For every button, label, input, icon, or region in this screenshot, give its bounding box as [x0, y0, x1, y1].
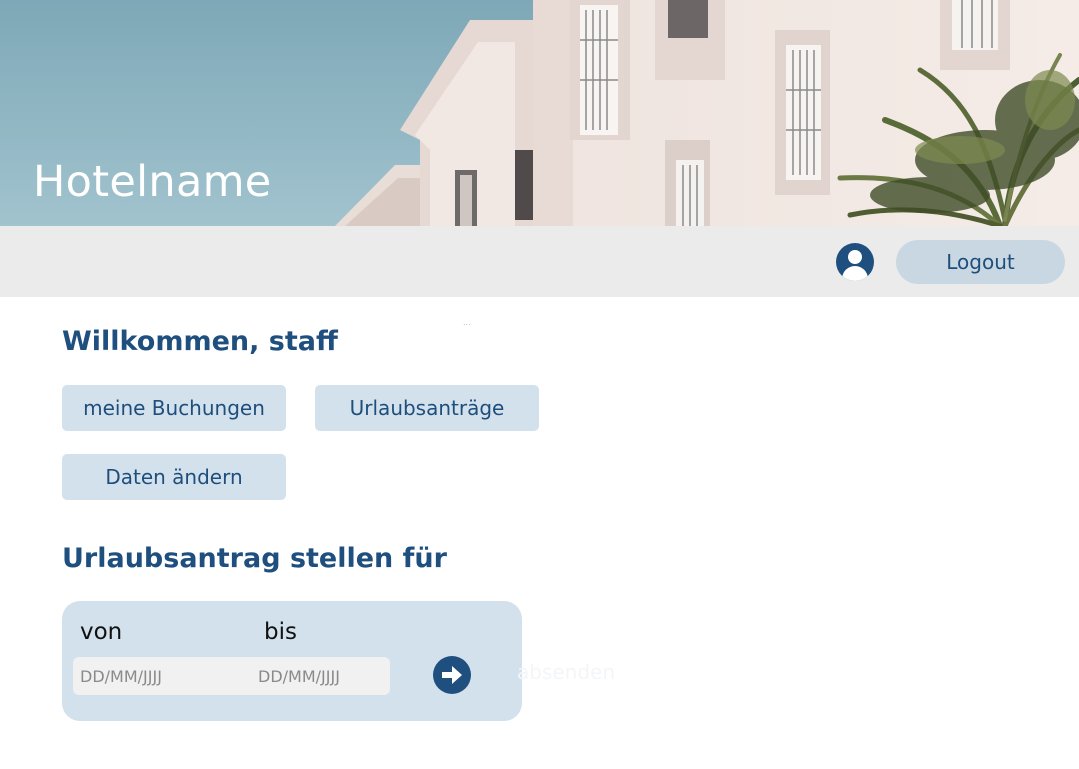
arrow-right-circle-icon	[442, 666, 462, 684]
hero-banner: Hotelname	[0, 0, 1079, 226]
from-date-input[interactable]	[80, 657, 250, 695]
faint-submit-text: absenden	[517, 660, 616, 684]
leave-request-heading: Urlaubsantrag stellen für	[62, 543, 447, 574]
decoration-text: ...	[463, 318, 471, 327]
submit-request-button[interactable]	[433, 656, 471, 694]
avatar-body-shape	[842, 266, 868, 281]
change-data-button[interactable]: Daten ändern	[62, 454, 286, 500]
user-circle-icon[interactable]	[836, 243, 874, 281]
logout-button[interactable]: Logout	[896, 240, 1065, 284]
from-label: von	[80, 619, 123, 645]
my-bookings-button[interactable]: meine Buchungen	[62, 385, 286, 431]
to-label: bis	[264, 619, 297, 645]
leave-requests-button[interactable]: Urlaubsanträge	[315, 385, 539, 431]
to-date-input[interactable]	[258, 657, 386, 695]
welcome-heading: Willkommen, staff	[62, 326, 338, 357]
hotel-name-title: Hotelname	[33, 157, 272, 207]
avatar-head-shape	[848, 250, 862, 264]
